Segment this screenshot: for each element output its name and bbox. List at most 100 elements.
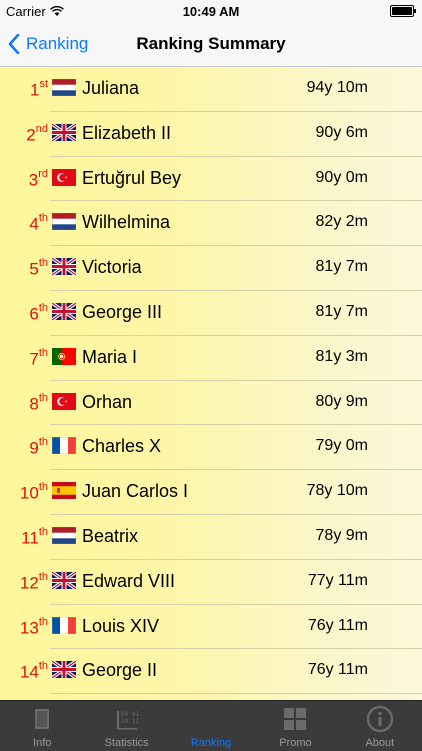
rank-value: 6 [29, 304, 39, 324]
rank-number: 5th [14, 257, 48, 280]
reign-age: 90y 0m [315, 168, 368, 186]
grid-icon [284, 708, 307, 730]
rank-value: 11 [21, 528, 39, 548]
monarch-name: George III [82, 301, 163, 322]
book-icon [35, 709, 50, 729]
rank-value: 12 [19, 573, 39, 593]
rank-suffix: th [38, 391, 48, 404]
row-divider [50, 693, 422, 695]
reign-age: 79y 0m [315, 437, 368, 455]
monarch-name: Louis XIV [82, 615, 160, 636]
rank-suffix: th [38, 436, 48, 449]
status-time: 10:49 AM [182, 4, 240, 19]
flag-uk-icon [52, 302, 76, 320]
table-row[interactable]: 5th Victoria 81y 7m [0, 246, 422, 291]
rank-number: 12th [14, 570, 48, 594]
table-row[interactable]: 1st Juliana 94y 10m [0, 67, 422, 112]
table-row[interactable]: 8th Orhan 80y 9m [0, 381, 422, 426]
tab-promo[interactable]: Promo [253, 701, 337, 751]
monarch-name: Elizabeth II [82, 122, 172, 143]
table-row[interactable]: 10th Juan Carlos I 78y 10m [0, 470, 422, 515]
reign-age: 82y 2m [315, 213, 368, 231]
flag-uk-icon [52, 123, 76, 141]
table-row[interactable]: 9th Charles X 79y 0m [0, 425, 422, 471]
table-row[interactable]: 2nd Elizabeth II 90y 6m [0, 112, 422, 157]
rank-suffix: rd [38, 167, 48, 180]
tab-about[interactable]: About [338, 701, 422, 751]
table-row[interactable]: 4th Wilhelmina 82y 2m [0, 201, 422, 247]
reign-age: 78y 10m [306, 482, 368, 500]
rank-number: 14th [14, 660, 48, 683]
chart-icon: 00 0110 11 [116, 711, 139, 730]
reign-age: 78y 9m [315, 526, 368, 544]
monarch-name: George II [82, 660, 158, 681]
rank-suffix: th [38, 615, 48, 628]
info-circle-icon [366, 705, 394, 733]
table-row[interactable]: 3rd Ertuğrul Bey 90y 0m [0, 157, 422, 202]
flag-nl-icon [52, 526, 76, 544]
rank-value: 14 [19, 663, 39, 683]
navigation-bar: Ranking Ranking Summary [0, 22, 422, 67]
rank-number: 13th [14, 615, 48, 639]
rank-suffix: th [38, 570, 48, 583]
reign-age: 80y 9m [315, 392, 368, 410]
rank-suffix: st [39, 78, 48, 90]
table-row[interactable]: 11th Beatrix 78y 9m [0, 515, 422, 560]
table-row[interactable]: 7th Maria I 81y 3m [0, 336, 422, 381]
monarch-name: Beatrix [82, 525, 139, 546]
rank-suffix: th [38, 257, 48, 270]
flag-nl-icon [52, 79, 76, 96]
tab-bar: Info 00 01 10 11 Statistics Ranking Promo Abou… [0, 700, 422, 751]
monarch-name: Edward VIII [82, 570, 176, 591]
rank-number: 2nd [14, 123, 48, 146]
rank-value: 13 [19, 618, 39, 638]
tab-statistics[interactable]: 00 01 10 11 Statistics [84, 701, 168, 751]
tab-ranking[interactable]: Ranking [169, 701, 253, 751]
rank-value: 10 [19, 483, 39, 503]
tab-info[interactable]: Info [0, 701, 84, 751]
monarch-name: Juliana [82, 78, 140, 98]
reign-age: 76y 11m [307, 661, 368, 679]
rank-suffix: th [38, 660, 48, 673]
table-row[interactable]: 12th Edward VIII 77y 11m [0, 560, 422, 605]
flag-uk-icon [52, 571, 76, 589]
table-row[interactable]: 14th George II 76y 11m [0, 649, 422, 695]
rank-suffix: th [38, 301, 48, 314]
rank-number: 3rd [14, 167, 48, 191]
rank-value: 2 [26, 125, 36, 145]
rank-value: 5 [29, 259, 39, 279]
rank-number: 1st [14, 78, 48, 101]
rank-value: 3 [28, 170, 39, 190]
monarch-name: Ertuğrul Bey [82, 167, 182, 188]
tab-label: Info [33, 737, 52, 749]
rank-suffix: th [38, 212, 48, 225]
reign-age: 81y 7m [315, 258, 368, 276]
rank-suffix: th [38, 346, 48, 359]
back-button[interactable]: Ranking [8, 22, 88, 66]
battery-icon [390, 5, 416, 17]
rank-suffix: th [38, 481, 48, 494]
rank-value: 4 [29, 215, 39, 235]
tab-label: Ranking [190, 737, 232, 749]
rank-number: 4th [14, 212, 48, 235]
flag-nl-icon [52, 213, 76, 231]
flag-tr-icon [52, 392, 76, 410]
monarch-name: Victoria [82, 257, 142, 278]
table-row[interactable]: 6th George III 81y 7m [0, 291, 422, 336]
rank-number: 9th [14, 436, 48, 459]
tab-label: Promo [279, 737, 312, 749]
rank-number: 6th [14, 301, 48, 325]
monarch-name: Orhan [82, 391, 133, 412]
tab-label: About [365, 737, 395, 749]
ranking-list[interactable]: 1st Juliana 94y 10m 2nd Elizabeth II 90y 6m 3r… [0, 67, 422, 700]
chevron-left-icon [8, 34, 20, 54]
table-row[interactable]: 13th Louis XIV 76y 11m [0, 605, 422, 650]
flag-fr-icon [52, 616, 76, 634]
rank-suffix: th [38, 525, 48, 538]
ranking-icon [203, 713, 220, 729]
status-bar: Carrier 10:49 AM [0, 0, 422, 22]
svg-text:10 11: 10 11 [121, 718, 139, 725]
monarch-name: Charles X [82, 436, 162, 457]
flag-uk-icon [52, 661, 76, 679]
svg-text:00 01: 00 01 [121, 711, 139, 718]
